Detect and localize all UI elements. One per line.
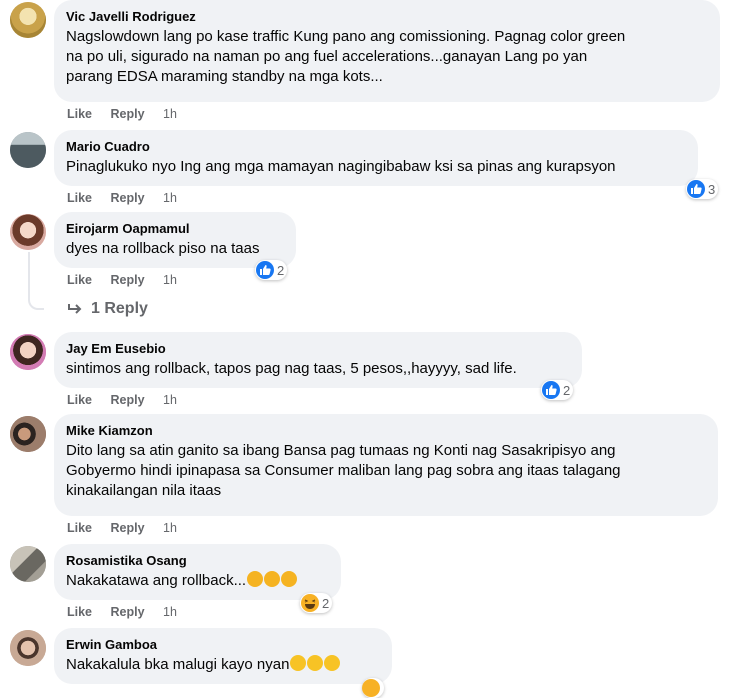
comment-bubble: Rosamistika Osang Nakakatawa ang rollbac… [54, 544, 341, 600]
reaction-total: 2 [563, 382, 571, 398]
comment: Mike Kiamzon Dito lang sa atin ganito sa… [0, 414, 750, 539]
view-replies-link[interactable]: 1 Reply [67, 300, 148, 318]
reply-button[interactable]: Reply [111, 191, 145, 205]
comment-bubble: Eirojarm Oapmamul dyes na rollback piso … [54, 212, 296, 268]
comment-actions: Like Reply 1h [67, 272, 177, 288]
avatar[interactable] [10, 416, 46, 452]
like-reaction-icon [687, 180, 705, 198]
avatar[interactable] [10, 546, 46, 582]
comment-bubble: Erwin Gamboa Nakakalula bka malugi kayo … [54, 628, 392, 684]
rolling-laughing-emoji-icon [264, 571, 281, 587]
comment-actions: Like Reply 1h [67, 190, 177, 206]
comment-actions: Like Reply 1h [67, 392, 177, 408]
comment: Vic Javelli Rodriguez Nagslowdown lang p… [0, 0, 750, 125]
comment-bubble: Jay Em Eusebio sintimos ang rollback, ta… [54, 332, 582, 388]
comment-text: Dito lang sa atin ganito sa ibang Bansa … [66, 442, 621, 499]
reaction-count[interactable]: 2 [300, 593, 333, 613]
avatar[interactable] [10, 2, 46, 38]
disappointed-emoji-icon [290, 655, 307, 671]
comment-timestamp[interactable]: 1h [163, 273, 177, 287]
comment-author[interactable]: Mario Cuadro [66, 138, 686, 155]
comment-text: Pinaglukuko nyo Ing ang mga mamayan nagi… [66, 158, 616, 175]
comment-author[interactable]: Erwin Gamboa [66, 636, 380, 653]
comment: Rosamistika Osang Nakakatawa ang rollbac… [0, 544, 750, 626]
reply-button[interactable]: Reply [111, 393, 145, 407]
like-reaction-icon [542, 381, 560, 399]
like-button[interactable]: Like [67, 273, 92, 287]
reaction-total: 2 [277, 262, 285, 278]
reaction-total: 3 [708, 181, 716, 197]
comment: Eirojarm Oapmamul dyes na rollback piso … [0, 212, 750, 322]
reaction-count[interactable]: 2 [255, 260, 288, 280]
comment-author[interactable]: Eirojarm Oapmamul [66, 220, 284, 237]
avatar[interactable] [10, 630, 46, 666]
comment-author[interactable]: Vic Javelli Rodriguez [66, 8, 708, 25]
rolling-laughing-emoji-icon [247, 571, 264, 587]
comment-text: Nagslowdown lang po kase traffic Kung pa… [66, 28, 626, 85]
comment-actions: Like Reply 1h [67, 106, 177, 122]
rolling-laughing-emoji-icon [281, 571, 298, 587]
haha-reaction-icon [301, 594, 319, 612]
comment: Mario Cuadro Pinaglukuko nyo Ing ang mga… [0, 130, 750, 210]
comment-text: Nakakalula bka malugi kayo nyan [66, 655, 380, 675]
comment-timestamp[interactable]: 1h [163, 107, 177, 121]
reaction-total: 2 [322, 595, 330, 611]
like-button[interactable]: Like [67, 393, 92, 407]
avatar[interactable] [10, 132, 46, 168]
comment-timestamp[interactable]: 1h [163, 393, 177, 407]
avatar[interactable] [10, 214, 46, 250]
reaction-peek[interactable] [362, 678, 384, 698]
comment-author[interactable]: Rosamistika Osang [66, 552, 329, 569]
comment-author[interactable]: Jay Em Eusebio [66, 340, 570, 357]
reply-button[interactable]: Reply [111, 605, 145, 619]
like-button[interactable]: Like [67, 605, 92, 619]
haha-reaction-icon [362, 679, 380, 697]
reply-button[interactable]: Reply [111, 107, 145, 121]
disappointed-emoji-icon [324, 655, 341, 671]
disappointed-emoji-icon [307, 655, 324, 671]
comment-author[interactable]: Mike Kiamzon [66, 422, 706, 439]
reaction-count[interactable]: 2 [541, 380, 574, 400]
like-reaction-icon [256, 261, 274, 279]
reply-button[interactable]: Reply [111, 273, 145, 287]
avatar[interactable] [10, 334, 46, 370]
comment-text: sintimos ang rollback, tapos pag nag taa… [66, 360, 517, 377]
comment-timestamp[interactable]: 1h [163, 521, 177, 535]
comment-actions: Like Reply 1h [67, 520, 177, 536]
comment-bubble: Mike Kiamzon Dito lang sa atin ganito sa… [54, 414, 718, 516]
comment: Erwin Gamboa Nakakalula bka malugi kayo … [0, 628, 750, 698]
reply-button[interactable]: Reply [111, 521, 145, 535]
comment: Jay Em Eusebio sintimos ang rollback, ta… [0, 332, 750, 412]
like-button[interactable]: Like [67, 107, 92, 121]
like-button[interactable]: Like [67, 521, 92, 535]
comment-text: Nakakatawa ang rollback... [66, 571, 329, 591]
reply-count[interactable]: 1 Reply [91, 300, 148, 318]
thread-connector [28, 252, 44, 310]
comment-actions: Like Reply 1h [67, 604, 177, 620]
comment-text: dyes na rollback piso na taas [66, 240, 260, 257]
comment-timestamp[interactable]: 1h [163, 191, 177, 205]
comment-timestamp[interactable]: 1h [163, 605, 177, 619]
comment-bubble: Vic Javelli Rodriguez Nagslowdown lang p… [54, 0, 720, 102]
like-button[interactable]: Like [67, 191, 92, 205]
comment-bubble: Mario Cuadro Pinaglukuko nyo Ing ang mga… [54, 130, 698, 186]
reply-arrow-icon [68, 304, 82, 314]
reaction-count[interactable]: 3 [686, 179, 719, 199]
